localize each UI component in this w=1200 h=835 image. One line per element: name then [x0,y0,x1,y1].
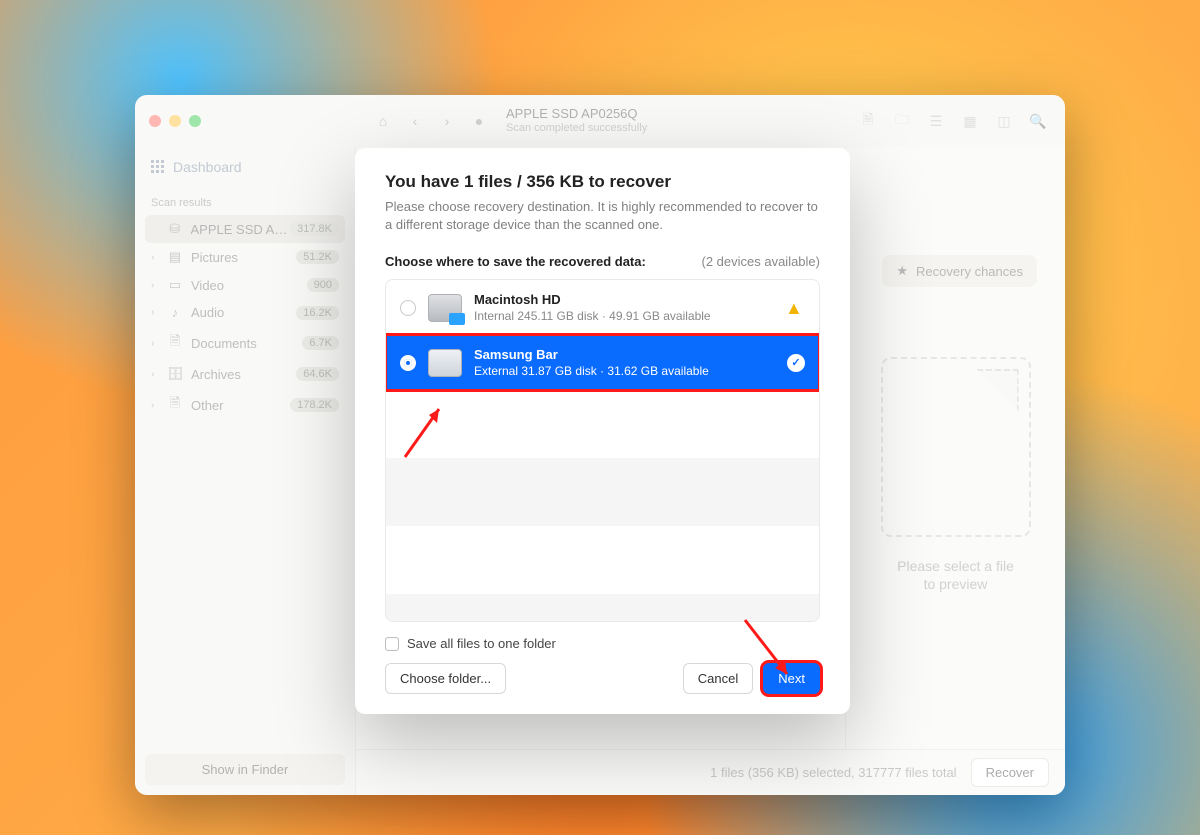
chevron-right-icon: › [151,338,159,349]
minimize-window-button[interactable] [169,115,181,127]
sidebar-item-label: APPLE SSD AP... [191,222,291,237]
count-badge: 6.7K [302,336,339,350]
sidebar-item-other[interactable]: › 🗎 Other 178.2K [145,388,345,422]
chevron-right-icon: › [151,369,159,380]
chevron-right-icon: › [151,280,159,291]
disk-icon: ⛁ [167,221,183,237]
documents-icon: 🗎 [167,332,183,354]
toolbar: ⌂ ‹ › ● APPLE SSD AP0256Q Scan completed… [356,95,1065,147]
star-icon: ★ [896,263,908,279]
radio-checked-icon [400,355,416,371]
sidebar-item-label: Audio [191,305,224,320]
choose-folder-button[interactable]: Choose folder... [385,663,506,694]
sidebar-item-archives[interactable]: › 🗄 Archives 64.6K [145,360,345,388]
back-button[interactable]: ‹ [404,110,426,132]
next-button[interactable]: Next [763,663,820,694]
device-option-internal[interactable]: Macintosh HD Internal 245.11 GB disk · 4… [386,280,819,335]
check-circle-icon: ✓ [787,354,805,372]
new-file-icon[interactable]: 🗎 [857,110,879,132]
devices-available-text: (2 devices available) [701,254,820,269]
recovery-chances-label: Recovery chances [916,264,1023,279]
chevron-right-icon: › [151,252,159,263]
list-view-icon[interactable]: ☰ [925,110,947,132]
device-detail: Internal 245.11 GB disk · 49.91 GB avail… [474,309,711,323]
scan-status-text: Scan completed successfully [506,122,647,135]
forward-button[interactable]: › [436,110,458,132]
count-badge: 317.8K [290,222,339,236]
sidebar-section-label: Scan results [145,193,345,215]
grid-icon [151,160,165,174]
grid-view-icon[interactable]: ▦ [959,110,981,132]
device-name: Samsung Bar [474,347,709,362]
external-disk-icon [428,349,462,377]
count-badge: 51.2K [296,250,339,264]
show-in-finder-button[interactable]: Show in Finder [145,754,345,785]
radio-unchecked-icon [400,300,416,316]
other-icon: 🗎 [167,394,183,416]
window-controls [149,115,201,127]
count-badge: 178.2K [290,398,339,412]
footer-bar: 1 files (356 KB) selected, 317777 files … [356,749,1065,795]
preview-pane: Please select a file to preview [845,147,1065,749]
close-window-button[interactable] [149,115,161,127]
selection-status: 1 files (356 KB) selected, 317777 files … [710,765,956,780]
archives-icon: 🗄 [167,366,183,382]
count-badge: 16.2K [296,306,339,320]
sidebar: Dashboard Scan results ⛁ APPLE SSD AP... … [135,147,355,795]
dialog-title: You have 1 files / 356 KB to recover [385,172,820,192]
home-icon[interactable]: ⌂ [372,110,394,132]
internal-disk-icon [428,294,462,322]
save-all-label: Save all files to one folder [407,636,556,651]
columns-view-icon[interactable]: ◫ [993,110,1015,132]
recovery-chances-button[interactable]: ★ Recovery chances [882,255,1037,287]
video-icon: ▭ [167,277,183,293]
next-button-highlight: Next [763,663,820,694]
recovery-destination-dialog: You have 1 files / 356 KB to recover Ple… [355,148,850,714]
sidebar-item-audio[interactable]: › ♪ Audio 16.2K [145,299,345,326]
zoom-window-button[interactable] [189,115,201,127]
sidebar-item-documents[interactable]: › 🗎 Documents 6.7K [145,326,345,360]
preview-placeholder-icon [881,357,1031,537]
sidebar-item-pictures[interactable]: › ▤ Pictures 51.2K [145,243,345,271]
dashboard-label: Dashboard [173,159,242,175]
device-option-external[interactable]: Samsung Bar External 31.87 GB disk · 31.… [386,335,819,390]
sidebar-item-label: Archives [191,367,241,382]
folder-view-icon[interactable]: 🗀 [891,110,913,132]
device-name: Macintosh HD [474,292,711,307]
device-detail: External 31.87 GB disk · 31.62 GB availa… [474,364,709,378]
sidebar-item-label: Video [191,278,224,293]
sidebar-item-video[interactable]: › ▭ Video 900 [145,271,345,299]
chevron-right-icon: › [151,307,159,318]
cancel-button[interactable]: Cancel [683,663,753,694]
count-badge: 900 [307,278,339,292]
search-icon[interactable]: 🔍 [1027,110,1049,132]
recover-button[interactable]: Recover [971,758,1049,787]
audio-icon: ♪ [167,305,183,320]
warning-icon: ▲ [785,298,805,318]
choose-destination-label: Choose where to save the recovered data: [385,254,646,269]
sidebar-item-label: Documents [191,336,257,351]
dialog-subtitle: Please choose recovery destination. It i… [385,198,820,234]
status-check-icon: ● [468,110,490,132]
sidebar-item-disk[interactable]: ⛁ APPLE SSD AP... 317.8K [145,215,345,243]
sidebar-item-label: Other [191,398,224,413]
preview-placeholder-text: Please select a file to preview [897,557,1014,593]
sidebar-item-label: Pictures [191,250,238,265]
count-badge: 64.6K [296,367,339,381]
pictures-icon: ▤ [167,249,183,265]
dashboard-link[interactable]: Dashboard [145,153,345,193]
scan-target-title: APPLE SSD AP0256Q [506,107,647,122]
chevron-right-icon: › [151,400,159,411]
save-all-checkbox[interactable] [385,637,399,651]
device-list: Macintosh HD Internal 245.11 GB disk · 4… [385,279,820,622]
